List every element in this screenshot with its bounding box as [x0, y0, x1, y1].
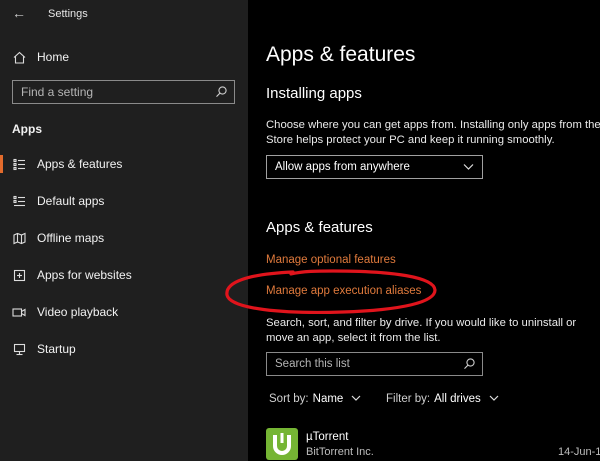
sidebar-item-apps-for-websites[interactable]: Apps for websites	[0, 260, 248, 290]
sidebar-item-home[interactable]: Home	[0, 42, 248, 72]
search-list-box[interactable]	[266, 352, 483, 376]
description-line: Search, sort, and filter by drive. If yo…	[266, 317, 577, 329]
description-line: Store helps protect your PC and keep it …	[266, 134, 555, 146]
installing-apps-description: Choose where you can get apps from. Inst…	[266, 118, 600, 148]
filter-label: Filter by:	[386, 393, 431, 405]
find-setting-box[interactable]	[12, 80, 235, 104]
offline-maps-icon	[12, 231, 26, 245]
sidebar-item-label: Apps for websites	[37, 268, 132, 282]
sidebar-item-label: Apps & features	[37, 157, 123, 171]
app-publisher: BitTorrent Inc.	[306, 446, 374, 458]
sort-dropdown[interactable]: Sort by: Name	[269, 393, 361, 405]
apps-for-websites-icon	[12, 268, 26, 282]
app-list-description: Search, sort, and filter by drive. If yo…	[266, 316, 600, 346]
filter-value: All drives	[434, 393, 481, 405]
install-source-dropdown[interactable]: Allow apps from anywhere	[266, 155, 483, 179]
default-apps-icon	[12, 194, 26, 208]
section-heading: Apps	[12, 122, 42, 136]
utorrent-icon	[266, 428, 298, 460]
search-icon[interactable]	[463, 357, 476, 375]
filter-dropdown[interactable]: Filter by: All drives	[386, 393, 499, 405]
video-playback-icon	[12, 305, 26, 319]
sidebar: ← Settings Home Apps Apps & features Def…	[0, 0, 248, 461]
sort-label: Sort by:	[269, 393, 309, 405]
sidebar-item-label: Video playback	[37, 305, 119, 319]
app-name[interactable]: µTorrent	[306, 431, 348, 443]
back-arrow-icon[interactable]: ←	[12, 5, 26, 21]
startup-icon	[12, 342, 26, 356]
page-title: Apps & features	[266, 43, 416, 66]
find-setting-input[interactable]	[21, 84, 206, 100]
sidebar-item-video-playback[interactable]: Video playback	[0, 297, 248, 327]
main-content: Apps & features Installing apps Choose w…	[248, 0, 600, 461]
sidebar-item-label: Offline maps	[37, 231, 105, 245]
sidebar-item-label: Startup	[37, 342, 76, 356]
annotation-circle	[225, 269, 437, 315]
chevron-down-icon	[489, 393, 499, 405]
home-icon	[12, 50, 26, 64]
chevron-down-icon	[351, 393, 361, 405]
manage-optional-features-link[interactable]: Manage optional features	[266, 254, 396, 266]
sort-value: Name	[312, 393, 344, 405]
chevron-down-icon	[463, 162, 474, 174]
app-install-date: 14-Jun-1	[558, 446, 600, 458]
search-list-input[interactable]	[275, 356, 455, 372]
search-icon[interactable]	[215, 85, 228, 103]
window-title: Settings	[48, 8, 88, 20]
sidebar-item-offline-maps[interactable]: Offline maps	[0, 223, 248, 253]
installing-apps-heading: Installing apps	[266, 85, 362, 102]
sidebar-item-label: Default apps	[37, 194, 105, 208]
sidebar-item-default-apps[interactable]: Default apps	[0, 186, 248, 216]
sidebar-item-apps-features[interactable]: Apps & features	[0, 149, 248, 179]
apps-features-heading: Apps & features	[266, 219, 373, 236]
sidebar-item-label: Home	[37, 50, 70, 64]
sidebar-item-startup[interactable]: Startup	[0, 334, 248, 364]
description-line: Choose where you can get apps from. Inst…	[266, 119, 600, 131]
description-line: move an app, select it from the list.	[266, 332, 441, 344]
title-bar: ← Settings	[0, 0, 248, 28]
apps-features-icon	[12, 157, 26, 171]
install-source-value: Allow apps from anywhere	[275, 161, 410, 173]
